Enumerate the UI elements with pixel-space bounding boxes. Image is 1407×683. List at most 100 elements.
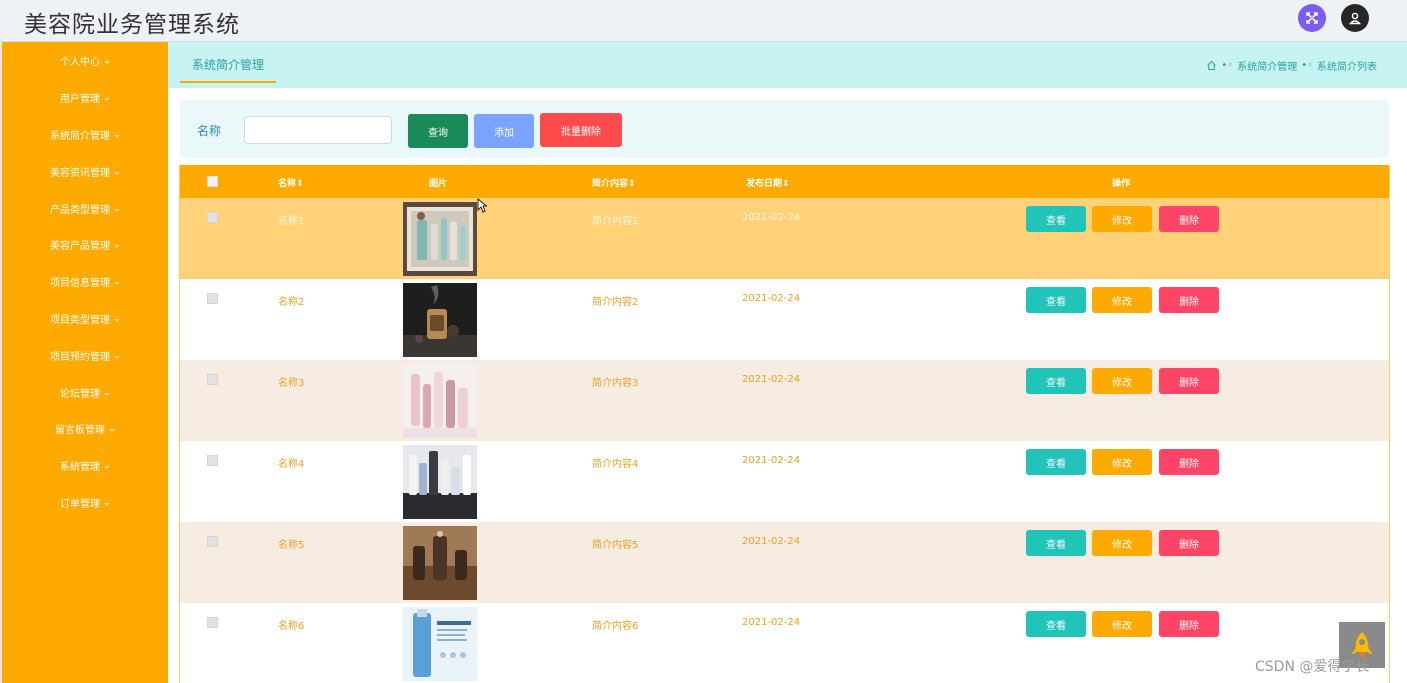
sidebar-item-message-board[interactable]: 留言板管理	[2, 421, 168, 436]
tab-system-intro[interactable]: 系统简介管理	[180, 56, 276, 83]
intro-table: 名称⇕ 图片 简介内容⇕ 发布日期⇕ 操作 名称1 简介内容1 2021-02-…	[179, 165, 1390, 683]
chevron-down-icon	[114, 355, 120, 359]
delete-button[interactable]: 删除	[1159, 530, 1219, 556]
edit-button[interactable]: 修改	[1092, 449, 1152, 475]
table-header: 名称⇕ 图片 简介内容⇕ 发布日期⇕ 操作	[180, 165, 1389, 198]
table-row[interactable]: 名称1 简介内容1 2021-02-24 查看 修改 删除	[180, 198, 1389, 279]
sidebar-item-project-info[interactable]: 项目信息管理	[2, 274, 168, 289]
row-content: 简介内容4	[592, 459, 639, 470]
chevron-down-icon	[114, 318, 120, 322]
row-image	[403, 364, 477, 438]
sidebar-item-label: 美容资讯管理	[50, 168, 110, 179]
row-content: 简介内容2	[592, 297, 639, 308]
delete-button[interactable]: 删除	[1159, 206, 1219, 232]
view-button[interactable]: 查看	[1026, 611, 1086, 637]
sidebar-item-system-intro[interactable]: 系统简介管理	[2, 127, 168, 142]
query-button[interactable]: 查询	[408, 114, 468, 148]
select-all-checkbox[interactable]	[207, 176, 218, 187]
sidebar-item-label: 个人中心	[60, 57, 100, 68]
row-content: 简介内容1	[592, 216, 639, 227]
row-name: 名称3	[278, 378, 305, 389]
column-header-content[interactable]: 简介内容⇕	[592, 176, 636, 189]
row-content: 简介内容3	[592, 378, 639, 389]
name-search-input[interactable]	[244, 116, 392, 144]
table-row[interactable]: 名称6 简介内容6 2021-02-24 查看 修改 删除	[180, 603, 1389, 683]
chevron-down-icon	[114, 171, 120, 175]
row-date: 2021-02-24	[742, 293, 801, 304]
sidebar-item-beauty-news[interactable]: 美容资讯管理	[2, 164, 168, 179]
edit-button[interactable]: 修改	[1092, 287, 1152, 313]
chevron-down-icon	[104, 60, 110, 64]
row-checkbox[interactable]	[207, 617, 218, 628]
chevron-down-icon	[109, 428, 115, 432]
sidebar-item-label: 项目类型管理	[50, 315, 110, 326]
table-row[interactable]: 名称3 简介内容3 2021-02-24 查看 修改 删除	[180, 360, 1389, 441]
sidebar-item-label: 系统管理	[60, 462, 100, 473]
column-header-name[interactable]: 名称⇕	[278, 176, 304, 189]
app-title: 美容院业务管理系统	[24, 12, 240, 38]
view-button[interactable]: 查看	[1026, 206, 1086, 232]
chevron-down-icon	[114, 134, 120, 138]
delete-button[interactable]: 删除	[1159, 611, 1219, 637]
sidebar-item-project-booking[interactable]: 项目预约管理	[2, 348, 168, 363]
sidebar-item-label: 美容产品管理	[50, 241, 110, 252]
sidebar-item-project-types[interactable]: 项目类型管理	[2, 311, 168, 326]
sidebar-item-product-types[interactable]: 产品类型管理	[2, 201, 168, 216]
sidebar-item-personal-center[interactable]: 个人中心	[2, 53, 168, 68]
row-name: 名称1	[278, 216, 305, 227]
add-button[interactable]: 添加	[474, 114, 534, 148]
row-checkbox[interactable]	[207, 455, 218, 466]
sidebar-item-beauty-products[interactable]: 美容产品管理	[2, 237, 168, 252]
sidebar-item-users[interactable]: 用户管理	[2, 90, 168, 105]
home-icon[interactable]	[1206, 60, 1217, 71]
chevron-down-icon	[114, 244, 120, 248]
view-button[interactable]: 查看	[1026, 287, 1086, 313]
edit-button[interactable]: 修改	[1092, 368, 1152, 394]
sidebar-item-forum[interactable]: 论坛管理	[2, 385, 168, 400]
sidebar: 个人中心 用户管理 系统简介管理 美容资讯管理 产品类型管理 美容产品管理 项目…	[0, 42, 168, 683]
edit-button[interactable]: 修改	[1092, 530, 1152, 556]
breadcrumb-item[interactable]: 系统简介管理	[1237, 58, 1297, 73]
view-button[interactable]: 查看	[1026, 530, 1086, 556]
row-image	[403, 283, 477, 357]
top-header: 美容院业务管理系统	[0, 0, 1407, 42]
row-checkbox[interactable]	[207, 374, 218, 385]
search-label: 名称	[197, 124, 222, 138]
edit-button[interactable]: 修改	[1092, 611, 1152, 637]
mouse-cursor-icon	[477, 198, 487, 213]
row-content: 简介内容5	[592, 540, 639, 551]
table-row[interactable]: 名称2 简介内容2 2021-02-24 查看 修改 删除	[180, 279, 1389, 360]
user-avatar-icon[interactable]	[1341, 4, 1369, 32]
column-header-image: 图片	[429, 179, 448, 189]
row-date: 2021-02-24	[742, 374, 801, 385]
breadcrumb: •◦ 系统简介管理 •◦ 系统简介列表	[1206, 58, 1377, 73]
delete-button[interactable]: 删除	[1159, 449, 1219, 475]
row-date: 2021-02-24	[742, 536, 801, 547]
row-name: 名称6	[278, 621, 305, 632]
delete-button[interactable]: 删除	[1159, 287, 1219, 313]
column-header-date[interactable]: 发布日期⇕	[746, 176, 790, 189]
expand-icon[interactable]	[1298, 4, 1326, 32]
sidebar-item-system[interactable]: 系统管理	[2, 458, 168, 473]
table-row[interactable]: 名称5 简介内容5 2021-02-24 查看 修改 删除	[180, 522, 1389, 603]
row-name: 名称5	[278, 540, 305, 551]
row-name: 名称4	[278, 459, 305, 470]
row-image	[403, 202, 477, 276]
batch-delete-button[interactable]: 批量删除	[540, 113, 622, 147]
chevron-down-icon	[104, 97, 110, 101]
breadcrumb-item: 系统简介列表	[1317, 62, 1377, 73]
sidebar-item-label: 订单管理	[60, 499, 100, 510]
sidebar-item-orders[interactable]: 订单管理	[2, 495, 168, 510]
sidebar-item-label: 用户管理	[60, 94, 100, 105]
table-row[interactable]: 名称4 简介内容4 2021-02-24 查看 修改 删除	[180, 441, 1389, 522]
view-button[interactable]: 查看	[1026, 368, 1086, 394]
row-checkbox[interactable]	[207, 536, 218, 547]
row-checkbox[interactable]	[207, 293, 218, 304]
row-checkbox[interactable]	[207, 212, 218, 223]
breadcrumb-separator-icon: •◦	[1221, 60, 1234, 71]
sidebar-item-label: 论坛管理	[60, 389, 100, 400]
row-image	[403, 526, 477, 600]
edit-button[interactable]: 修改	[1092, 206, 1152, 232]
view-button[interactable]: 查看	[1026, 449, 1086, 475]
delete-button[interactable]: 删除	[1159, 368, 1219, 394]
